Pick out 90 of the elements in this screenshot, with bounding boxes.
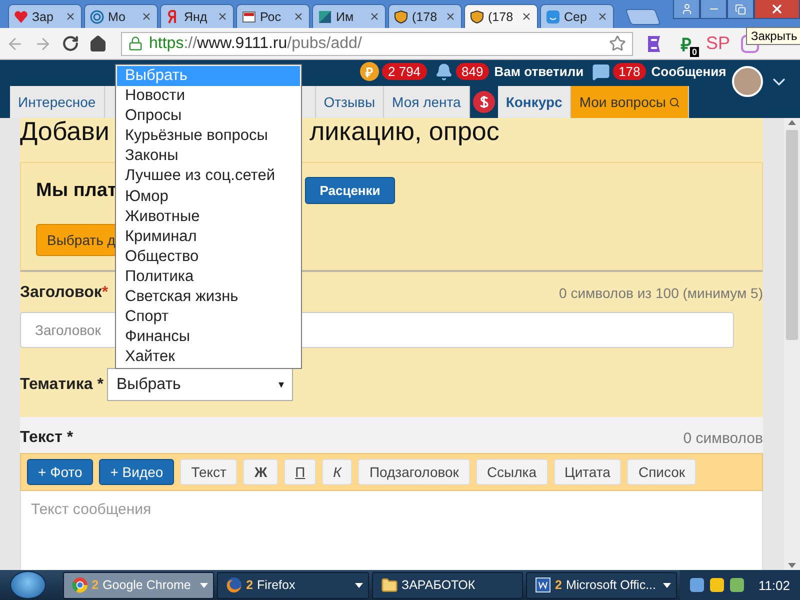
scroll-thumb[interactable]	[786, 130, 798, 340]
close-icon[interactable]	[217, 11, 228, 22]
editor-button[interactable]: К	[322, 459, 352, 485]
rings-icon	[90, 10, 104, 24]
page-heading: ликацию, опрос	[309, 118, 500, 144]
close-icon[interactable]	[141, 11, 152, 22]
network-icon[interactable]	[690, 578, 704, 592]
editor-button[interactable]: Ссылка	[476, 459, 548, 485]
restore-icon	[735, 4, 746, 14]
extension-badge: 0	[690, 46, 699, 56]
close-icon[interactable]	[293, 11, 304, 22]
field-label: Заголовок*	[20, 284, 108, 302]
count-badge: 2 794	[382, 63, 427, 80]
new-tab-button[interactable]	[625, 9, 661, 25]
heart-icon	[14, 10, 28, 24]
lock-icon	[128, 36, 143, 51]
editor-button[interactable]: Список	[627, 459, 696, 485]
nav-tab[interactable]: Отзывы	[316, 86, 384, 118]
topic-select[interactable]: Выбрать ▾	[107, 368, 294, 401]
clock: 11:02	[758, 578, 790, 592]
shield-icon[interactable]	[710, 578, 724, 592]
news-icon	[242, 10, 256, 24]
browser-tab[interactable]: Мо	[84, 4, 158, 28]
smiley-icon	[546, 10, 560, 24]
dollar-coin-icon[interactable]	[472, 91, 495, 113]
document-icon	[534, 577, 551, 593]
address-bar[interactable]: https://www.9111.ru/pubs/add/	[121, 32, 633, 56]
close-icon[interactable]	[445, 11, 456, 22]
browser-tab[interactable]: Сер	[540, 4, 614, 28]
tray-icon[interactable]	[730, 578, 744, 592]
close-icon[interactable]	[369, 11, 380, 22]
promo-title: Мы плат	[36, 180, 117, 202]
browser-tab[interactable]: Рос	[236, 4, 310, 28]
count-badge: 849	[456, 63, 490, 80]
tooltip: Закрыть	[746, 27, 800, 45]
reload-icon[interactable]	[62, 35, 79, 52]
browser-tab[interactable]: Им	[312, 4, 386, 28]
fox-globe-icon	[226, 577, 242, 593]
caret-icon	[354, 582, 363, 588]
editor-button[interactable]: + Видео	[99, 459, 174, 485]
image-icon	[318, 10, 332, 24]
restore-button[interactable]	[727, 0, 754, 19]
browser-tab[interactable]: (178	[464, 4, 538, 28]
browser-tab[interactable]: Зар	[8, 4, 82, 28]
profile-button[interactable]	[673, 0, 700, 19]
close-icon	[770, 2, 784, 16]
user-icon	[680, 3, 692, 15]
editor-button[interactable]: Текст	[180, 459, 238, 485]
char-counter: 0 символов из 100 (минимум 5)	[559, 285, 763, 301]
start-button[interactable]	[10, 571, 46, 599]
editor-button[interactable]: + Фото	[27, 459, 94, 485]
folder-icon	[380, 576, 398, 594]
message-textarea[interactable]: Текст сообщения	[20, 491, 763, 570]
star-icon[interactable]	[609, 35, 626, 52]
editor-button[interactable]: П	[284, 459, 316, 485]
choose-button[interactable]: Выбрать д	[36, 224, 118, 256]
prices-button[interactable]: Расценки	[304, 177, 396, 204]
home-icon[interactable]	[89, 34, 107, 52]
field-label: Текст *	[20, 429, 74, 447]
header-link[interactable]: Сообщения	[651, 64, 726, 79]
nav-tab[interactable]: Конкурс	[498, 86, 572, 118]
browser-icon	[72, 577, 88, 593]
editor-button[interactable]: Подзаголовок	[358, 459, 470, 485]
taskbar-item[interactable]: ЗАРАБОТОК	[372, 572, 523, 598]
chat-icon[interactable]	[592, 62, 610, 80]
nav-tab[interactable]: Интересное	[10, 86, 105, 118]
close-icon[interactable]	[521, 11, 532, 22]
nav-tab[interactable]: Моя лента	[384, 86, 470, 118]
browser-tab[interactable]: (178	[388, 4, 462, 28]
caret-icon	[663, 582, 672, 588]
taskbar-item[interactable]: 2 Microsoft Offic...	[526, 572, 678, 598]
shield-icon	[470, 10, 484, 24]
count-badge: 178	[612, 63, 646, 80]
field-label: Тематика *	[20, 376, 104, 394]
nav-tab[interactable]: Мои вопросы	[571, 86, 689, 118]
close-button[interactable]	[754, 0, 800, 19]
close-icon[interactable]	[597, 11, 608, 22]
page-heading: Добави	[20, 118, 110, 144]
close-icon[interactable]	[65, 11, 76, 22]
taskbar-item[interactable]: 2 Firefox	[217, 572, 369, 598]
editor-button[interactable]: Ж	[243, 459, 278, 485]
bell-icon[interactable]	[434, 62, 453, 80]
caret-icon	[200, 582, 208, 588]
editor-button[interactable]: Цитата	[554, 459, 622, 485]
scrollbar[interactable]	[784, 118, 800, 570]
shield-icon	[394, 10, 408, 24]
browser-tab[interactable]: Янд	[160, 4, 234, 28]
header-link[interactable]: Вам ответили	[494, 64, 584, 79]
char-counter: 0 символов	[683, 430, 763, 446]
avatar[interactable]	[732, 66, 763, 97]
